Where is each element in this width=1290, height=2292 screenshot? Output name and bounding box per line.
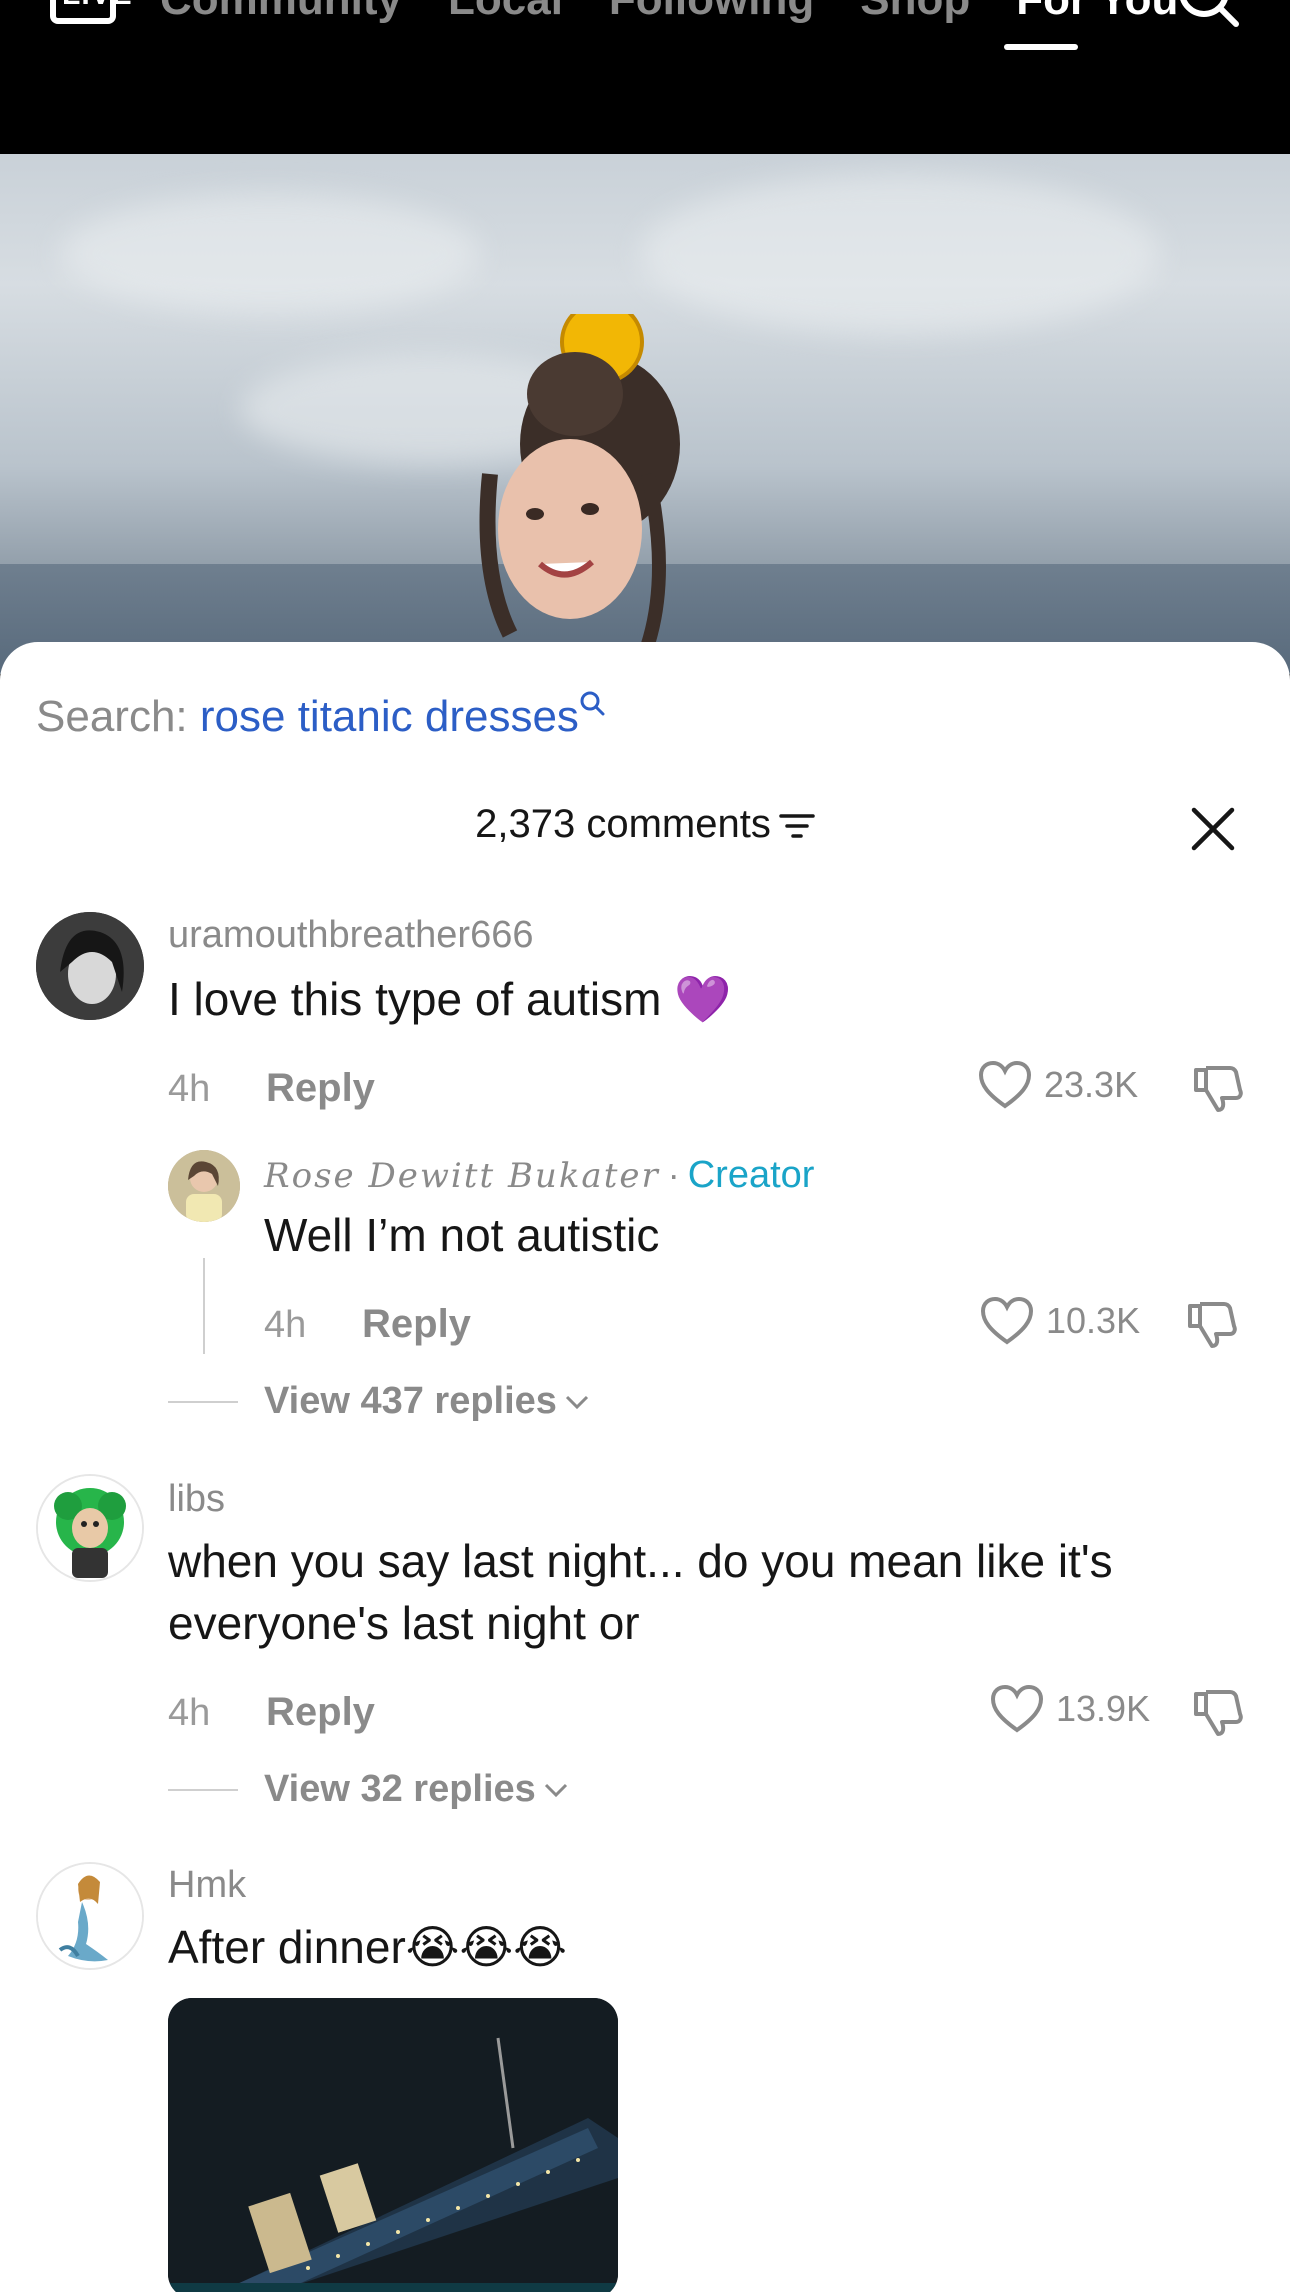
heart-icon bbox=[978, 1060, 1032, 1109]
search-suggestion[interactable]: Search: rose titanic dresses bbox=[36, 691, 605, 742]
search-label: Search: bbox=[36, 692, 188, 741]
heart-icon bbox=[980, 1296, 1034, 1345]
feed-tabs: Community Local Following Shop For You bbox=[160, 0, 1178, 26]
live-icon[interactable]: LIVE bbox=[50, 0, 132, 24]
divider-line bbox=[168, 1788, 238, 1791]
heart-icon bbox=[990, 1684, 1044, 1733]
chevron-down-icon bbox=[544, 1783, 567, 1797]
view-replies-button[interactable]: View 32 replies bbox=[168, 1768, 568, 1811]
tab-for-you[interactable]: For You bbox=[1016, 0, 1178, 26]
creator-reply-header: Rose Dewitt Bukater · Creator bbox=[264, 1154, 814, 1197]
creator-badge: Creator bbox=[687, 1154, 815, 1196]
comment-text: when you say last night... do you mean l… bbox=[168, 1535, 1113, 1649]
comments-count: 2,373 comments bbox=[475, 802, 771, 846]
tab-following[interactable]: Following bbox=[609, 0, 814, 26]
close-icon[interactable] bbox=[1190, 806, 1236, 852]
sort-filter-icon[interactable] bbox=[779, 811, 815, 841]
comment-time: 4h bbox=[168, 1068, 211, 1110]
divider-line bbox=[168, 1400, 238, 1403]
dislike-icon[interactable] bbox=[1186, 1298, 1238, 1350]
thread-line bbox=[203, 1258, 205, 1354]
comment-time: 4h bbox=[168, 1692, 211, 1734]
dislike-icon[interactable] bbox=[1192, 1062, 1244, 1114]
view-replies-label: View 32 replies bbox=[264, 1768, 536, 1810]
separator-dot: · bbox=[667, 1154, 680, 1195]
reply-text: Well I’m not autistic bbox=[264, 1209, 660, 1261]
active-tab-indicator bbox=[1004, 44, 1078, 50]
avatar[interactable] bbox=[36, 1862, 144, 1970]
search-term-link[interactable]: rose titanic dresses bbox=[200, 692, 579, 741]
video-player[interactable] bbox=[0, 154, 1290, 674]
reply-button[interactable]: Reply bbox=[266, 1066, 375, 1111]
comment-sheet: Search: rose titanic dresses 2,373 comme… bbox=[0, 642, 1290, 2292]
comments-header: 2,373 comments bbox=[0, 802, 1290, 847]
comment-image-titanic[interactable] bbox=[168, 1998, 618, 2292]
cloud bbox=[640, 174, 1160, 334]
avatar[interactable] bbox=[36, 1474, 144, 1582]
comment-username[interactable]: libs bbox=[168, 1478, 225, 1521]
top-nav: LIVE Community Local Following Shop For … bbox=[0, 0, 1290, 154]
tab-local[interactable]: Local bbox=[448, 0, 563, 26]
chevron-down-icon bbox=[565, 1395, 589, 1409]
like-count: 10.3K bbox=[1046, 1300, 1141, 1341]
like-button[interactable]: 23.3K bbox=[978, 1060, 1138, 1110]
view-replies-button[interactable]: View 437 replies bbox=[168, 1380, 589, 1423]
comment-username[interactable]: uramouthbreather666 bbox=[168, 914, 533, 957]
comment-text: After dinner😭😭😭 bbox=[168, 1921, 568, 1973]
view-replies-label: View 437 replies bbox=[264, 1380, 557, 1422]
tab-community[interactable]: Community bbox=[160, 0, 402, 26]
dislike-icon[interactable] bbox=[1192, 1686, 1244, 1738]
avatar[interactable] bbox=[168, 1150, 240, 1222]
like-button[interactable]: 13.9K bbox=[990, 1684, 1150, 1734]
reply-button[interactable]: Reply bbox=[266, 1690, 375, 1735]
live-label: LIVE bbox=[62, 0, 133, 12]
search-icon[interactable] bbox=[1176, 0, 1240, 30]
cloud bbox=[60, 194, 480, 314]
reply-time: 4h bbox=[264, 1304, 307, 1346]
reply-button[interactable]: Reply bbox=[362, 1302, 471, 1347]
person-figure bbox=[479, 314, 680, 647]
comment-text: I love this type of autism 💜 bbox=[168, 973, 732, 1025]
like-count: 13.9K bbox=[1056, 1688, 1151, 1729]
like-button[interactable]: 10.3K bbox=[980, 1296, 1140, 1346]
search-icon bbox=[580, 691, 605, 716]
comment-username[interactable]: Hmk bbox=[168, 1864, 246, 1907]
like-count: 23.3K bbox=[1044, 1064, 1139, 1105]
avatar[interactable] bbox=[36, 912, 144, 1020]
tab-shop[interactable]: Shop bbox=[860, 0, 970, 26]
creator-username[interactable]: Rose Dewitt Bukater bbox=[264, 1156, 660, 1196]
